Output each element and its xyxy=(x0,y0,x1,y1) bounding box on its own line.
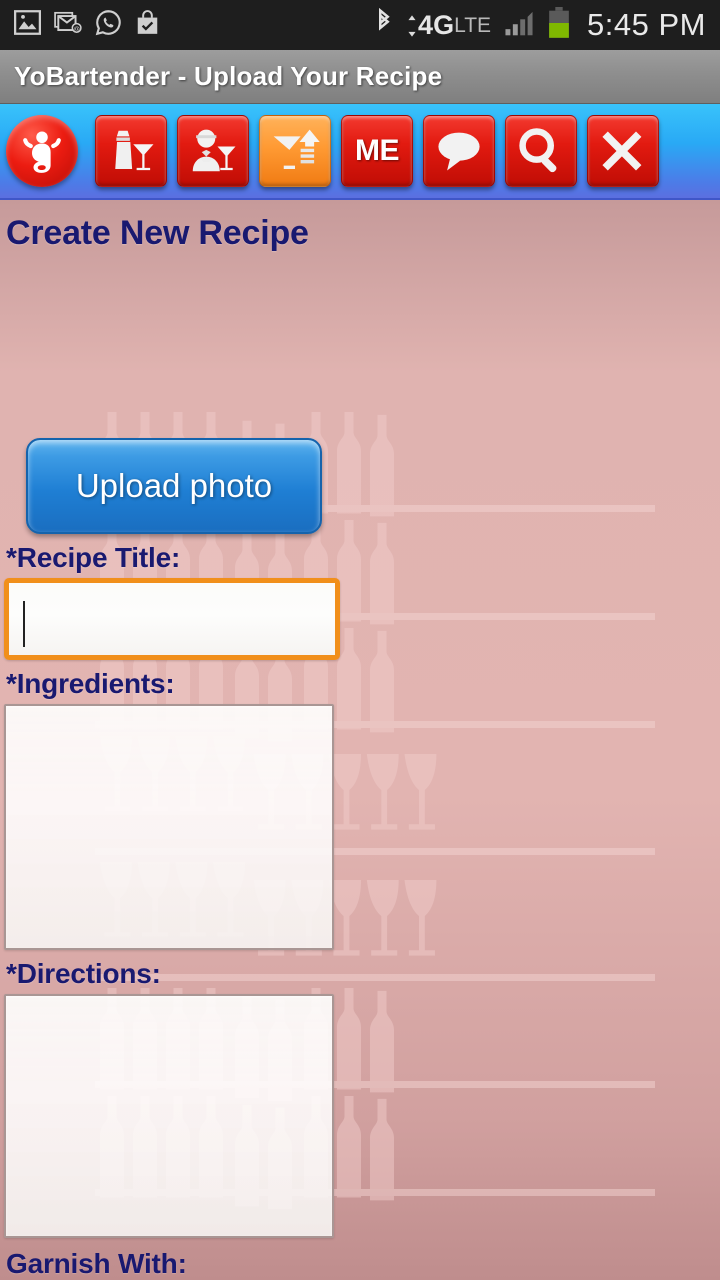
magnifier-icon xyxy=(519,128,557,173)
network-lte-label: LTE xyxy=(454,14,492,38)
shaker-martini-icon xyxy=(115,130,154,171)
image-icon xyxy=(14,10,41,40)
status-bar-left-icons: @ xyxy=(14,9,160,41)
whatsapp-icon xyxy=(95,9,122,41)
app-toolbar: ME xyxy=(0,104,720,200)
bluetooth-icon xyxy=(374,7,394,43)
me-button[interactable]: ME xyxy=(341,115,413,187)
text-cursor xyxy=(23,601,25,647)
upload-button[interactable] xyxy=(259,115,331,187)
app-title: YoBartender - Upload Your Recipe xyxy=(14,61,443,91)
status-bar: @ 4G LTE 5:45 PM xyxy=(0,0,720,50)
recipe-title-input[interactable] xyxy=(4,578,340,660)
bartender-icon xyxy=(192,129,236,172)
battery-icon xyxy=(547,6,571,44)
drinks-button[interactable] xyxy=(95,115,167,187)
ingredients-textarea[interactable] xyxy=(4,704,334,950)
clock-time: 5:45 PM xyxy=(587,7,706,42)
directions-textarea[interactable] xyxy=(4,994,334,1238)
network-4g-label: 4G xyxy=(418,9,455,40)
yobartender-logo[interactable] xyxy=(6,115,78,187)
app-title-bar: YoBartender - Upload Your Recipe xyxy=(0,50,720,104)
svg-text:@: @ xyxy=(73,26,80,33)
recipe-title-label: *Recipe Title: xyxy=(6,542,181,573)
ingredients-label: *Ingredients: xyxy=(6,668,175,699)
bartender-button[interactable] xyxy=(177,115,249,187)
main-content: Create New Recipe Upload photo *Recipe T… xyxy=(0,200,720,1280)
close-x-icon xyxy=(602,131,642,171)
upload-photo-label: Upload photo xyxy=(75,467,273,504)
recipe-form: Upload photo *Recipe Title: *Ingredients… xyxy=(0,438,720,1280)
search-button[interactable] xyxy=(505,115,577,187)
speech-bubble-icon xyxy=(438,132,480,171)
status-bar-right-icons: 4G LTE 5:45 PM xyxy=(374,6,706,44)
me-text-icon: ME xyxy=(355,134,400,167)
email-icon: @ xyxy=(54,10,82,40)
close-button[interactable] xyxy=(587,115,659,187)
garnish-label: Garnish With: xyxy=(6,1248,187,1279)
upload-photo-button[interactable]: Upload photo xyxy=(26,438,322,534)
chat-button[interactable] xyxy=(423,115,495,187)
shopping-bag-check-icon xyxy=(135,9,160,41)
glass-upload-icon xyxy=(273,129,320,169)
page-title: Create New Recipe xyxy=(6,214,309,252)
directions-label: *Directions: xyxy=(6,958,161,989)
network-4glte-icon: 4G LTE xyxy=(406,9,492,40)
signal-bars-icon xyxy=(503,8,535,43)
